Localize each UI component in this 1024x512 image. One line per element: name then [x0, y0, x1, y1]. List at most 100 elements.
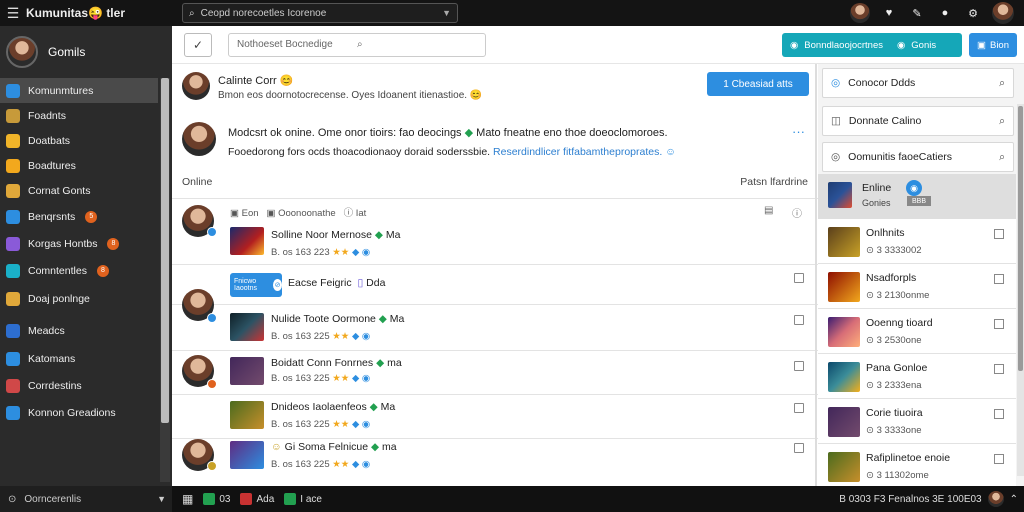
- blue-action-button[interactable]: ▣ Bion: [969, 33, 1017, 57]
- more-options-icon[interactable]: ···: [792, 124, 805, 139]
- game-meta: B. os 163 225 ★★ ◆ ◉: [271, 373, 371, 384]
- row-checkbox[interactable]: [794, 361, 804, 371]
- game-title[interactable]: ☺ Gi Soma Felnicue ◆ ma: [271, 441, 397, 453]
- user-avatar[interactable]: [850, 3, 870, 23]
- game-title[interactable]: Eacse Feigric ▯ Dda: [288, 277, 385, 289]
- hamburger-icon[interactable]: ☰: [0, 5, 26, 22]
- game-list-item[interactable]: Ooenng tioard ⊙ 3 2530one: [818, 309, 1016, 354]
- sidebar-item[interactable]: Comntentles 8: [0, 258, 158, 283]
- list-item[interactable]: ▣ Eon ▣ Ooonoonathe ⓘ Iat ▤ ⓘ Solline No…: [172, 198, 818, 264]
- bell-icon[interactable]: ♥: [880, 4, 898, 22]
- right-search-3[interactable]: ◎ Oomunitis faoeCatiers ⌕: [822, 142, 1014, 172]
- row-checkbox[interactable]: [994, 229, 1004, 239]
- game-title[interactable]: Dnideos Iaolaenfeos ◆ Ma: [271, 401, 395, 413]
- avatar[interactable]: [182, 72, 210, 100]
- right-scroll-thumb[interactable]: [1018, 106, 1023, 371]
- sidebar-item[interactable]: Meadcs: [0, 318, 158, 343]
- right-search-1[interactable]: ◎ Conocor Ddds ⌕: [822, 68, 1014, 98]
- game-subtitle: ⊙ 3 2530one: [866, 335, 922, 346]
- game-thumbnail[interactable]: [230, 313, 264, 341]
- chevron-down-icon[interactable]: ▼: [157, 494, 166, 504]
- game-list-item[interactable]: Onlhnits ⊙ 3 3333002: [818, 219, 1016, 264]
- sidebar-item[interactable]: Corrdestins: [0, 373, 158, 398]
- game-thumbnail: [828, 227, 860, 257]
- sidebar-footer[interactable]: ⊙ Oorncerenlis ▼: [0, 486, 172, 512]
- sidebar-item[interactable]: Cornat Gonts: [0, 178, 158, 203]
- game-thumbnail[interactable]: [230, 401, 264, 429]
- taskbar-item[interactable]: 03: [203, 493, 230, 505]
- list-item[interactable]: Boidatt Conn Fonrnes ◆ ma B. os 163 225 …: [172, 350, 818, 394]
- row-checkbox[interactable]: [994, 364, 1004, 374]
- sidebar-item[interactable]: Benqrsnts 5: [0, 204, 158, 229]
- post-action-button[interactable]: 1 Cbeasiad atts: [707, 72, 809, 96]
- sidebar-item[interactable]: Korgas Hontbs 8: [0, 231, 158, 256]
- sidebar-item[interactable]: Doatbats: [0, 128, 158, 153]
- taskbar-item[interactable]: Ada: [240, 493, 274, 505]
- list-item[interactable]: ☺ Gi Soma Felnicue ◆ ma B. os 163 225 ★★…: [172, 438, 818, 486]
- sidebar-scroll-thumb[interactable]: [161, 78, 169, 423]
- right-scrollbar[interactable]: [1017, 104, 1024, 476]
- sidebar-item-label: Cornat Gonts: [28, 184, 91, 197]
- chevron-down-icon[interactable]: ▼: [442, 8, 451, 18]
- sidebar-item[interactable]: Katomans: [0, 346, 158, 371]
- list-item[interactable]: Nulide Toote Oormone ◆ Ma B. os 163 225 …: [172, 289, 818, 350]
- game-meta: B. os 163 225 ★★ ◆ ◉: [271, 459, 371, 470]
- game-thumbnail[interactable]: [230, 357, 264, 385]
- list-item[interactable]: Fnicwo Iaootns ⊘ Eacse Feigric ▯ Dda: [172, 264, 818, 304]
- chevron-icon[interactable]: ⌃: [1010, 494, 1018, 505]
- tag-icon[interactable]: ✎: [908, 4, 926, 22]
- sidebar-profile[interactable]: Gomils: [0, 26, 172, 78]
- clock-text: B 0303 F3 Fenalnos 3E 100E03: [839, 493, 982, 505]
- section-right-label[interactable]: Patsn lfardrine: [740, 176, 808, 188]
- row-checkbox[interactable]: [994, 274, 1004, 284]
- main-scrollbar[interactable]: [815, 64, 817, 486]
- row-checkbox[interactable]: [994, 454, 1004, 464]
- sidebar-item[interactable]: Komunmtures: [0, 78, 158, 103]
- info-icon[interactable]: ⓘ: [792, 205, 802, 220]
- game-list-item[interactable]: Pana Gonloe ⊙ 3 2333ena: [818, 354, 1016, 399]
- pin-icon[interactable]: ●: [936, 4, 954, 22]
- windows-start-icon[interactable]: ▦: [182, 492, 193, 506]
- game-title[interactable]: Nulide Toote Oormone ◆ Ma: [271, 313, 404, 325]
- teal-action-button[interactable]: ◉ Bonndlaoojocrtnes ◉ Gonis: [782, 33, 962, 57]
- avatar[interactable]: [182, 122, 216, 156]
- game-list-item[interactable]: Rafiplinetoe enoie ⊙ 3 11302ome: [818, 444, 1016, 486]
- global-search[interactable]: ⌕ Ceopd norecoetles Icorenoe ▼: [182, 3, 458, 23]
- profile-avatar[interactable]: [992, 2, 1014, 24]
- game-subtitle: ⊙ 3 3333002: [866, 245, 922, 256]
- settings-icon: ⊙: [8, 493, 17, 505]
- post-link[interactable]: Reserdindlicer fitfabamtheproprates.: [493, 146, 662, 158]
- row-checkbox[interactable]: [794, 273, 804, 283]
- game-list-item[interactable]: Corie tiuoira ⊙ 3 3333one: [818, 399, 1016, 444]
- emoji-icon: 😊: [279, 75, 294, 87]
- list-item[interactable]: Dnideos Iaolaenfeos ◆ Ma B. os 163 225 ★…: [172, 394, 818, 438]
- game-thumbnail[interactable]: [230, 227, 264, 255]
- sidebar-item[interactable]: Foadnts: [0, 103, 158, 128]
- sidebar-item[interactable]: Boadtures: [0, 153, 158, 178]
- selected-game-item[interactable]: Enline Gonies ◉ BBB: [818, 174, 1016, 219]
- clock-icon: ⊙: [866, 290, 874, 301]
- row-checkbox[interactable]: [994, 409, 1004, 419]
- taskbar-item[interactable]: I ace: [284, 493, 322, 505]
- game-title[interactable]: Boidatt Conn Fonrnes ◆ ma: [271, 357, 402, 369]
- gear-icon[interactable]: ⚙: [964, 4, 982, 22]
- game-title[interactable]: Solline Noor Mernose ◆ Ma: [271, 229, 400, 241]
- row-checkbox[interactable]: [794, 443, 804, 453]
- game-title: Enline: [862, 182, 892, 194]
- banner-button[interactable]: Fnicwo Iaootns ⊘: [230, 273, 282, 297]
- sidebar-item[interactable]: Konnon Greadions: [0, 400, 158, 425]
- game-thumbnail[interactable]: [230, 441, 264, 469]
- filter-input[interactable]: Nothoeset Bocnedige ⌕: [228, 32, 486, 57]
- app-icon: [284, 493, 297, 505]
- avatar[interactable]: [987, 491, 1004, 507]
- select-all-checkbox[interactable]: ✓: [184, 32, 212, 57]
- grid-icon[interactable]: ▤: [764, 205, 773, 216]
- game-list-item[interactable]: Nsadforpls ⊙ 3 2130onme: [818, 264, 1016, 309]
- row-checkbox[interactable]: [994, 319, 1004, 329]
- row-checkbox[interactable]: [794, 315, 804, 325]
- profile-name: Gomils: [48, 45, 86, 59]
- sidebar-item[interactable]: Doaj ponlnge: [0, 286, 158, 311]
- row-checkbox[interactable]: [794, 403, 804, 413]
- sidebar-scrollbar[interactable]: [160, 78, 170, 482]
- right-search-2[interactable]: ◫ Donnate Calino ⌕: [822, 106, 1014, 136]
